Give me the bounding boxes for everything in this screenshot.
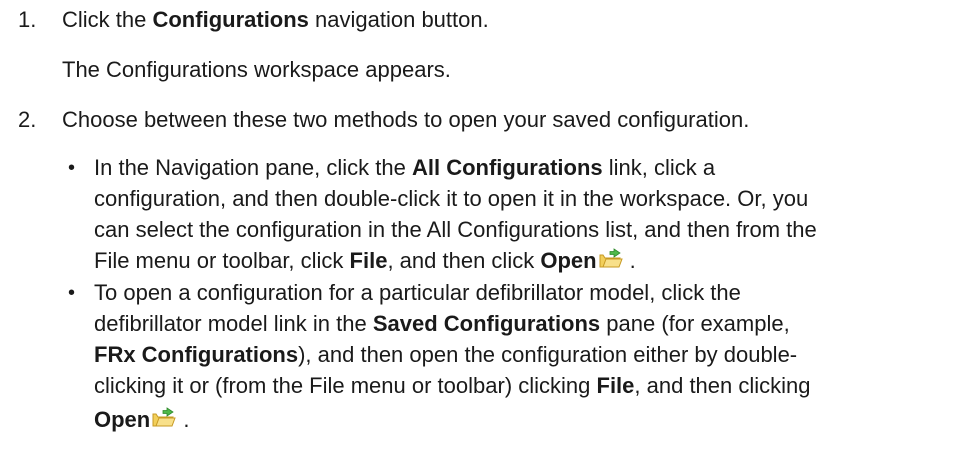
open-label: Open [540,248,597,273]
bullet: • [68,282,76,304]
configurations-label: Configurations [152,7,309,32]
step-number: 1. [18,7,37,32]
frx-configurations-label: FRx Configurations [94,342,299,367]
step-number: 2. [18,107,37,132]
file-label: File [349,248,388,273]
open-folder-icon [598,248,624,270]
all-configurations-label: All Configurations [411,155,603,180]
step-text: Choose between these two methods to open… [62,107,750,132]
instructions-document: 1. Click the Configurations navigation b… [18,7,817,432]
step-text: Click the Configurations navigation butt… [62,7,489,32]
bullet: • [68,157,76,179]
file-label: File [596,373,635,398]
open-folder-icon [151,407,177,429]
step-1-result: The Configurations workspace appears. [62,57,451,82]
saved-configurations-label: Saved Configurations [372,311,601,336]
open-label: Open [94,407,151,432]
